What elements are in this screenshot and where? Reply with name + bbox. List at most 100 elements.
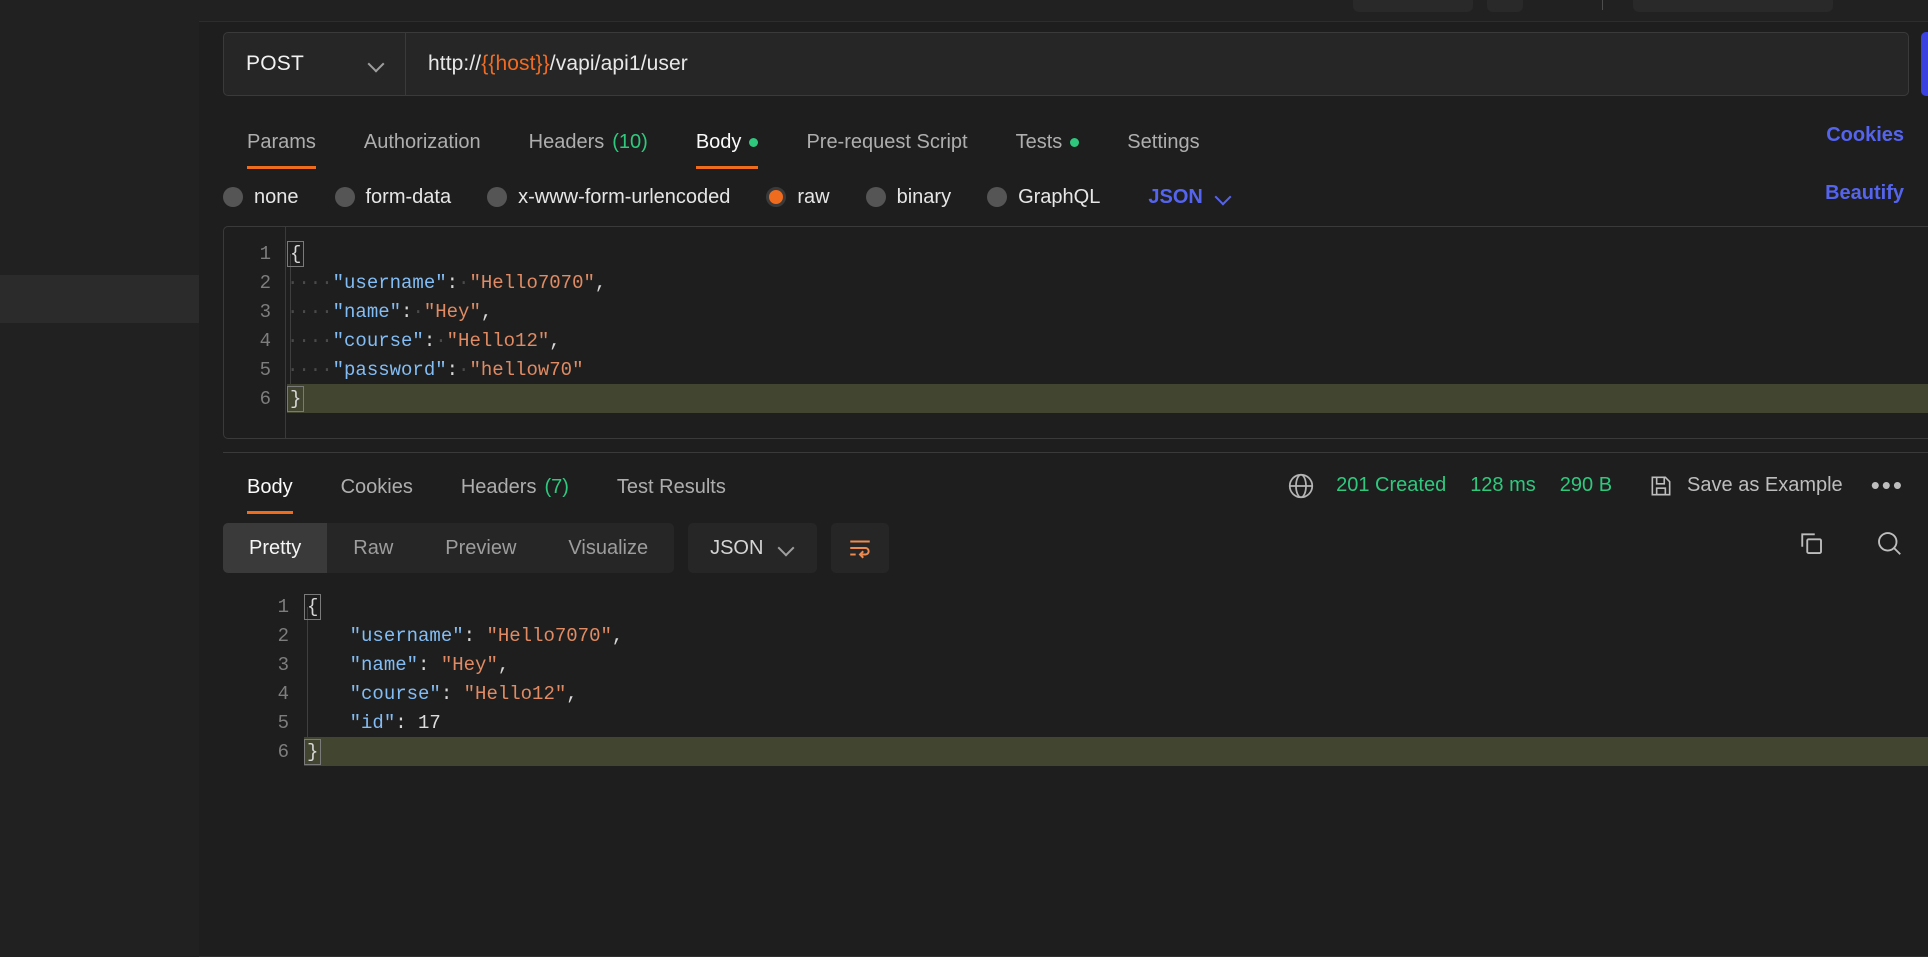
raw-format-selector[interactable]: JSON bbox=[1148, 186, 1231, 209]
sidebar-selected-row[interactable] bbox=[0, 275, 199, 323]
body-type-none[interactable]: none bbox=[223, 186, 299, 209]
request-tabs: Params Authorization Headers (10) Body P… bbox=[223, 116, 1224, 169]
response-view-modes: Pretty Raw Preview Visualize bbox=[223, 523, 675, 573]
radio-label: none bbox=[254, 185, 299, 208]
json-comma: , bbox=[480, 300, 493, 323]
response-gutter: 1 2 3 4 5 6 bbox=[223, 580, 303, 880]
code-line[interactable]: { bbox=[287, 239, 1928, 268]
response-time: 128 ms bbox=[1470, 474, 1536, 496]
code-line-active[interactable]: } bbox=[287, 384, 1928, 413]
response-actions bbox=[1796, 528, 1904, 558]
code-line[interactable]: "username": "Hello7070", bbox=[304, 621, 1928, 650]
tab-params[interactable]: Params bbox=[223, 116, 340, 169]
request-code-area[interactable]: 1 2 3 4 5 6 { ···· "username": · "Hello7070… bbox=[224, 227, 1928, 438]
save-icon bbox=[1651, 476, 1671, 495]
response-tab-test-results[interactable]: Test Results bbox=[593, 460, 750, 514]
response-tab-body[interactable]: Body bbox=[223, 460, 317, 514]
response-tab-cookies[interactable]: Cookies bbox=[317, 460, 437, 514]
tab-body[interactable]: Body bbox=[672, 116, 783, 169]
body-type-raw[interactable]: raw bbox=[766, 186, 830, 209]
open-brace: { bbox=[304, 593, 322, 620]
response-body-editor[interactable]: 1 2 3 4 5 6 { "username": "Hello7070", "… bbox=[223, 580, 1928, 880]
line-number: 4 bbox=[277, 683, 289, 705]
tab-headers[interactable]: Headers (10) bbox=[505, 116, 672, 168]
close-brace: } bbox=[304, 738, 322, 765]
response-status: 201 Created bbox=[1336, 474, 1447, 496]
line-number: 3 bbox=[259, 301, 271, 323]
wrap-text-button[interactable] bbox=[831, 523, 890, 573]
radio-icon-selected[interactable] bbox=[766, 187, 787, 207]
tab-tests[interactable]: Tests bbox=[992, 116, 1104, 168]
line-number: 1 bbox=[259, 243, 271, 265]
body-type-urlencoded[interactable]: x-www-form-urlencoded bbox=[487, 186, 730, 209]
url-row: POST http://{{host}}/vapi/api1/user bbox=[223, 32, 1909, 96]
raw-format-label: JSON bbox=[1148, 185, 1203, 208]
url-suffix: /vapi/api1/user bbox=[549, 52, 688, 75]
code-line[interactable]: "course": "Hello12", bbox=[304, 679, 1928, 708]
chevron-down-icon bbox=[779, 540, 795, 556]
code-line[interactable]: ···· "name": · "Hey", bbox=[287, 297, 1928, 326]
request-body-editor[interactable]: 1 2 3 4 5 6 { ···· "username": · "Hello7070… bbox=[223, 226, 1928, 439]
beautify-button[interactable]: Beautify bbox=[1825, 182, 1904, 205]
response-format-selector[interactable]: JSON bbox=[688, 523, 818, 573]
line-number: 6 bbox=[259, 388, 271, 410]
code-line[interactable]: { bbox=[304, 592, 1928, 621]
radio-icon[interactable] bbox=[487, 187, 508, 207]
radio-icon[interactable] bbox=[865, 187, 886, 207]
chrome-ghost-1 bbox=[1353, 0, 1473, 12]
response-size: 290 B bbox=[1559, 474, 1613, 496]
radio-label: GraphQL bbox=[1018, 185, 1101, 208]
response-tab-headers[interactable]: Headers (7) bbox=[437, 460, 593, 514]
json-value: "Hello7070" bbox=[486, 624, 612, 647]
json-key: "course" bbox=[332, 329, 424, 352]
json-key: "name" bbox=[349, 653, 419, 676]
view-mode-visualize[interactable]: Visualize bbox=[542, 523, 674, 573]
globe-icon bbox=[1288, 473, 1314, 498]
cookies-link[interactable]: Cookies bbox=[1826, 124, 1904, 147]
response-code-area[interactable]: 1 2 3 4 5 6 { "username": "Hello7070", "… bbox=[223, 580, 1928, 880]
json-key: "username" bbox=[349, 624, 464, 647]
code-line[interactable]: ···· "username": · "Hello7070", bbox=[287, 268, 1928, 297]
view-mode-raw[interactable]: Raw bbox=[327, 523, 419, 573]
send-button[interactable]: Send bbox=[1921, 51, 1928, 77]
save-as-example-button[interactable]: Save as Example bbox=[1648, 473, 1843, 499]
body-type-form-data[interactable]: form-data bbox=[334, 185, 452, 209]
sidebar bbox=[0, 0, 223, 957]
body-type-graphql[interactable]: GraphQL bbox=[987, 186, 1100, 209]
url-input[interactable]: http://{{host}}/vapi/api1/user bbox=[405, 32, 1909, 96]
response-more-menu[interactable]: ••• bbox=[1871, 470, 1904, 501]
line-number: 4 bbox=[259, 330, 271, 352]
line-number: 5 bbox=[259, 359, 271, 381]
code-line[interactable]: "id": 17 bbox=[304, 708, 1928, 737]
json-comma: , bbox=[611, 624, 624, 647]
tab-authorization[interactable]: Authorization bbox=[340, 116, 505, 168]
tab-count: (10) bbox=[612, 130, 648, 153]
code-line-active[interactable]: } bbox=[304, 737, 1928, 766]
view-mode-pretty[interactable]: Pretty bbox=[223, 523, 328, 573]
radio-icon[interactable] bbox=[334, 187, 355, 207]
view-mode-preview[interactable]: Preview bbox=[419, 523, 542, 573]
copy-icon[interactable] bbox=[1796, 528, 1826, 558]
tab-label: Pre-request Script bbox=[806, 130, 968, 153]
tab-label: Tests bbox=[1015, 130, 1063, 153]
body-type-binary[interactable]: binary bbox=[865, 186, 951, 209]
radio-label: x-www-form-urlencoded bbox=[518, 185, 731, 208]
code-line[interactable]: ···· "course": · "Hello12", bbox=[287, 326, 1928, 355]
method-selector[interactable]: POST bbox=[223, 32, 405, 96]
tab-pre-request-script[interactable]: Pre-request Script bbox=[782, 116, 991, 168]
tab-label: Headers bbox=[528, 130, 605, 153]
status-dot-icon bbox=[1070, 137, 1080, 147]
json-comma: , bbox=[594, 271, 607, 294]
code-line[interactable]: ···· "password": · "hellow70" bbox=[287, 355, 1928, 384]
radio-icon[interactable] bbox=[223, 187, 243, 207]
tab-label: Authorization bbox=[363, 130, 481, 153]
code-line[interactable]: "name": "Hey", bbox=[304, 650, 1928, 679]
tab-label: Body bbox=[695, 130, 742, 153]
send-button-group[interactable]: Send bbox=[1921, 32, 1928, 96]
tab-label: Headers bbox=[460, 475, 537, 498]
radio-label: form-data bbox=[365, 185, 452, 208]
tab-settings[interactable]: Settings bbox=[1103, 116, 1223, 168]
chevron-down-icon bbox=[369, 56, 385, 72]
radio-icon[interactable] bbox=[987, 187, 1008, 207]
search-icon[interactable] bbox=[1874, 528, 1904, 558]
